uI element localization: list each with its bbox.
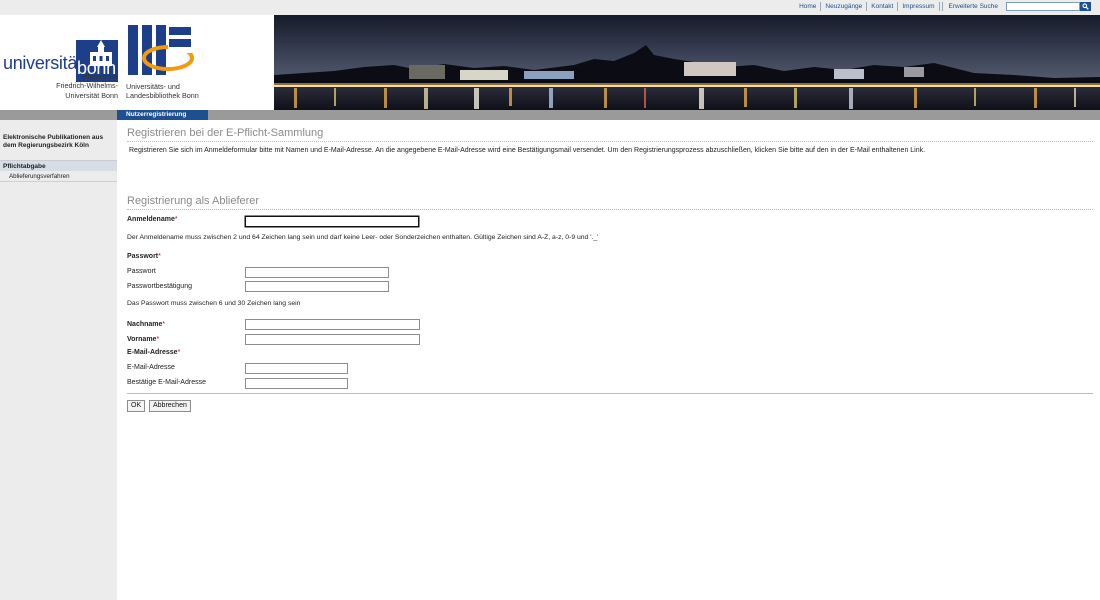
link-home[interactable]: Home xyxy=(795,2,822,11)
required-mark: * xyxy=(156,336,160,343)
passwort-label: Passwort xyxy=(127,268,156,275)
required-mark: * xyxy=(177,349,181,356)
email-label: E-Mail-Adresse xyxy=(127,364,175,371)
sidebar: Elektronische Publikationen aus dem Regi… xyxy=(0,120,117,600)
required-mark: * xyxy=(162,321,166,328)
ulb-logo-icon[interactable] xyxy=(128,25,198,81)
ok-button[interactable]: OK xyxy=(127,400,146,412)
ulb-subtitle-line: Universitäts- und xyxy=(126,82,180,91)
search-input[interactable] xyxy=(1006,2,1080,11)
search-button[interactable] xyxy=(1080,2,1091,11)
logo-area: universität bonn Rheinische Friedrich-Wi… xyxy=(0,15,274,110)
city-skyline-banner xyxy=(274,15,1100,110)
anmeldename-label: Anmeldename* xyxy=(127,216,178,223)
email-confirm-input[interactable] xyxy=(245,378,348,389)
label-text: Vorname xyxy=(127,336,157,343)
top-bar: Home Neuzugänge Kontakt Impressum Erweit… xyxy=(0,0,1100,15)
passwort-hint: Das Passwort muss zwischen 6 und 30 Zeic… xyxy=(127,300,301,307)
email-input[interactable] xyxy=(245,363,348,374)
link-kontakt[interactable]: Kontakt xyxy=(867,2,899,11)
label-text: E-Mail-Adresse xyxy=(127,349,178,356)
tab-nutzerregistrierung[interactable]: Nutzerregistrierung xyxy=(117,110,208,120)
search-icon xyxy=(1082,3,1089,10)
required-mark: * xyxy=(174,216,178,223)
sidebar-title: Elektronische Publikationen aus dem Regi… xyxy=(3,134,104,149)
link-impressum[interactable]: Impressum xyxy=(898,2,940,11)
anmeldename-hint: Der Anmeldename muss zwischen 2 und 64 Z… xyxy=(127,234,599,241)
top-links: Home Neuzugänge Kontakt Impressum Erweit… xyxy=(795,2,1002,11)
vorname-input[interactable] xyxy=(245,334,420,345)
uni-logo-word: universität xyxy=(3,53,82,73)
passwort-confirm-input[interactable] xyxy=(245,281,389,292)
divider xyxy=(941,2,943,11)
intro-text: Registrieren Sie sich im Anmeldeformular… xyxy=(129,147,926,154)
vorname-label: Vorname* xyxy=(127,336,159,343)
link-neuzugaenge[interactable]: Neuzugänge xyxy=(821,2,868,11)
anmeldename-input[interactable] xyxy=(245,216,419,227)
page-title: Registrieren bei der E-Pflicht-Sammlung xyxy=(127,127,1093,142)
link-erweiterte-suche[interactable]: Erweiterte Suche xyxy=(945,2,1003,11)
label-text: Anmeldename xyxy=(127,216,175,223)
nachname-input[interactable] xyxy=(245,319,420,330)
ulb-subtitle-line: Landesbibliothek Bonn xyxy=(126,91,199,101)
sidebar-section-pflichtabgabe[interactable]: Pflichtabgabe xyxy=(0,160,117,171)
uni-subtitle: Rheinische Friedrich-Wilhelms- Universit… xyxy=(40,72,118,100)
cancel-button[interactable]: Abbrechen xyxy=(149,400,191,412)
sidebar-item-ablieferungsverfahren[interactable]: Ablieferungsverfahren xyxy=(0,171,117,182)
passwort-confirm-label: Passwortbestätigung xyxy=(127,283,192,290)
divider xyxy=(127,393,1093,394)
passwort-input[interactable] xyxy=(245,267,389,278)
email-group-label: E-Mail-Adresse* xyxy=(127,349,180,356)
ulb-subtitle: Universitäts- und Landesbibliothek Bonn xyxy=(126,82,199,101)
uni-subtitle-line: Universität Bonn xyxy=(65,90,118,100)
passwort-group-label: Passwort* xyxy=(127,253,161,260)
required-mark: * xyxy=(158,253,161,260)
label-text: Nachname xyxy=(127,321,163,328)
section-title: Registrierung als Ablieferer xyxy=(127,195,1093,210)
label-text: Passwort xyxy=(127,253,159,260)
uni-subtitle-line: Rheinische xyxy=(82,72,118,81)
nachname-label: Nachname* xyxy=(127,321,165,328)
email-confirm-label: Bestätige E-Mail-Adresse xyxy=(127,379,206,386)
uni-subtitle-line: Friedrich-Wilhelms- xyxy=(56,81,118,91)
